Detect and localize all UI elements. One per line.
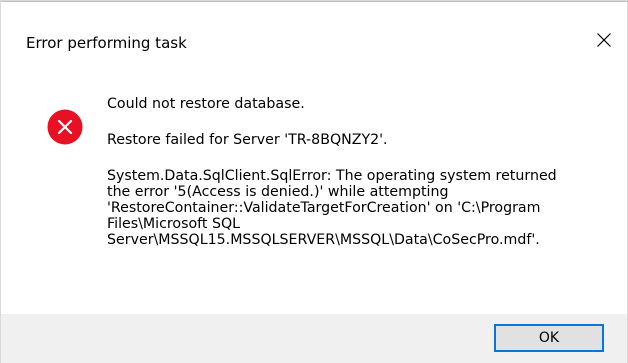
- error-detail-line: Files\Microsoft SQL: [107, 216, 241, 232]
- error-detail-line: 'RestoreContainer::ValidateTargetForCrea…: [107, 200, 541, 216]
- title-bar[interactable]: Error performing task: [1, 2, 627, 74]
- ok-button[interactable]: OK: [494, 324, 604, 352]
- dialog-content: Could not restore database. Restore fail…: [1, 74, 627, 314]
- close-button[interactable]: [590, 26, 618, 54]
- close-icon: [597, 33, 611, 47]
- dialog-footer: OK: [1, 314, 627, 363]
- error-headline: Could not restore database.: [107, 96, 305, 112]
- error-server-line: Restore failed for Server 'TR-8BQNZY2'.: [107, 132, 388, 148]
- error-detail-line: the error '5(Access is denied.)' while a…: [107, 184, 449, 200]
- dialog-title: Error performing task: [26, 34, 187, 52]
- error-dialog: Error performing task Could not restore …: [0, 0, 628, 363]
- error-message: Could not restore database. Restore fail…: [107, 96, 607, 248]
- error-detail-line: Server\MSSQL15.MSSQLSERVER\MSSQL\Data\Co…: [107, 232, 540, 248]
- error-icon: [47, 109, 83, 145]
- error-detail-line: System.Data.SqlClient.SqlError: The oper…: [107, 168, 557, 184]
